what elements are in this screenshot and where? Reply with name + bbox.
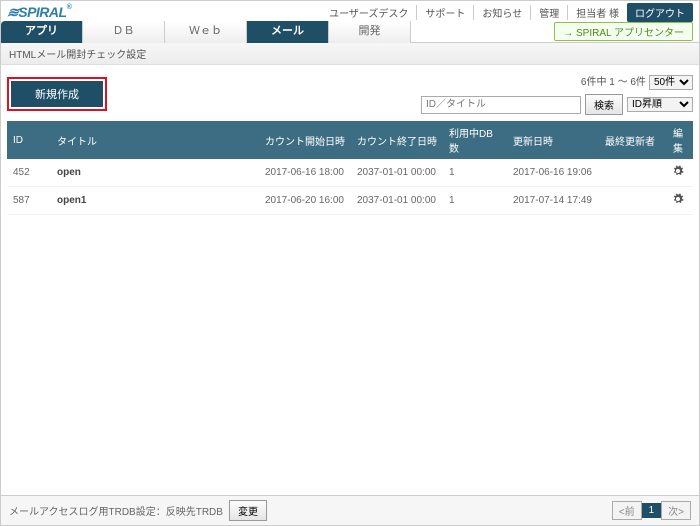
appcenter-button[interactable]: → SPIRAL アプリセンター	[554, 22, 693, 41]
gear-icon[interactable]	[672, 165, 684, 177]
search-button[interactable]: 検索	[585, 94, 623, 115]
col-title: タイトル	[51, 121, 259, 159]
cell-count-start: 2017-06-16 18:00	[259, 159, 351, 187]
cell-updated: 2017-07-14 17:49	[507, 187, 599, 215]
top-nav: ユーザーズデスク サポート お知らせ 管理 担当者 様 ログアウト	[313, 3, 693, 22]
search-input[interactable]	[421, 96, 581, 114]
pager-page-1[interactable]: 1	[642, 503, 662, 518]
cell-count-start: 2017-06-20 16:00	[259, 187, 351, 215]
col-edit: 編集	[663, 121, 693, 159]
nav-userdesk[interactable]: ユーザーズデスク	[321, 5, 408, 20]
col-count-start: カウント開始日時	[259, 121, 351, 159]
pager-next[interactable]: 次>	[661, 501, 691, 520]
cell-id: 587	[7, 187, 51, 215]
appcenter-label: SPIRAL アプリセンター	[576, 28, 684, 39]
nav-support[interactable]: サポート	[416, 5, 465, 20]
table-row: 587 open1 2017-06-20 16:00 2037-01-01 00…	[7, 187, 693, 215]
page-subhead: HTMLメール開封チェック設定	[1, 43, 699, 65]
cell-db-used: 1	[443, 159, 507, 187]
nav-admin[interactable]: 管理	[530, 5, 559, 20]
tab-db[interactable]: ＤＢ	[83, 21, 165, 43]
pagesize-select[interactable]: 50件	[649, 75, 693, 90]
cell-db-used: 1	[443, 187, 507, 215]
cell-updated: 2017-06-16 19:06	[507, 159, 599, 187]
logout-button[interactable]: ログアウト	[627, 3, 693, 22]
cell-updated-by	[599, 159, 663, 187]
col-count-end: カウント終了日時	[351, 121, 443, 159]
gear-icon[interactable]	[672, 193, 684, 205]
col-updated: 更新日時	[507, 121, 599, 159]
col-db-used: 利用中DB数	[443, 121, 507, 159]
cell-count-end: 2037-01-01 00:00	[351, 187, 443, 215]
new-button-highlight: 新規作成	[7, 77, 107, 111]
nav-news[interactable]: お知らせ	[473, 5, 522, 20]
tab-mail[interactable]: メール	[247, 21, 329, 43]
tab-web[interactable]: Ｗｅｂ	[165, 21, 247, 43]
table-row: 452 open 2017-06-16 18:00 2037-01-01 00:…	[7, 159, 693, 187]
brand-logo: ≋SPIRAL®	[7, 4, 71, 21]
change-button[interactable]: 変更	[229, 500, 267, 521]
cell-updated-by	[599, 187, 663, 215]
pager-summary: 6件中 1 ～ 6件	[581, 77, 646, 88]
footer-label: メールアクセスログ用TRDB設定：反映先TRDB	[9, 503, 223, 518]
col-id: ID	[7, 121, 51, 159]
col-updated-by: 最終更新者	[599, 121, 663, 159]
cell-title: open1	[51, 187, 259, 215]
tab-dev[interactable]: 開発	[329, 21, 411, 43]
cell-id: 452	[7, 159, 51, 187]
cell-count-end: 2037-01-01 00:00	[351, 159, 443, 187]
cell-title: open	[51, 159, 259, 187]
pager-prev[interactable]: <前	[612, 501, 642, 520]
tab-app[interactable]: アプリ	[1, 21, 83, 43]
nav-rep[interactable]: 担当者 様	[567, 5, 619, 20]
data-table: ID タイトル カウント開始日時 カウント終了日時 利用中DB数 更新日時 最終…	[7, 121, 693, 215]
sort-select[interactable]: ID昇順	[627, 97, 693, 112]
new-button[interactable]: 新規作成	[11, 81, 103, 107]
